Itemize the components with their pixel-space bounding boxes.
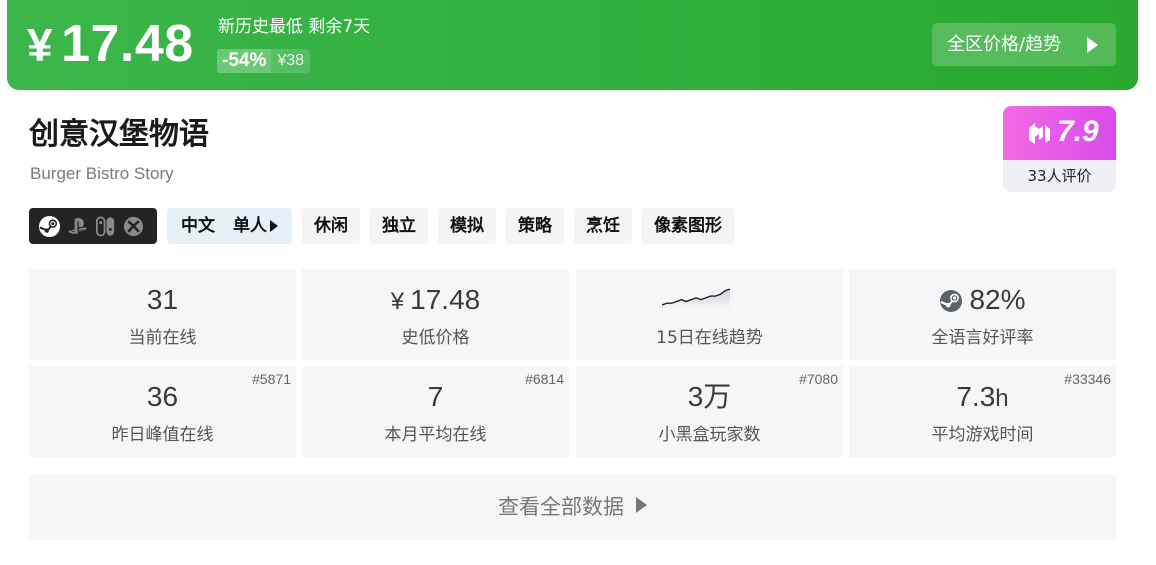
positive-rate-value: 82%	[969, 284, 1026, 315]
heybox-icon	[1029, 123, 1050, 144]
stat-positive-rate[interactable]: 82% 全语言好评率	[849, 269, 1116, 360]
game-title: 创意汉堡物语	[29, 117, 209, 152]
score-card[interactable]: 7.9 33人评价	[1003, 106, 1116, 192]
switch-icon	[96, 216, 115, 236]
stat-value: 82%	[849, 283, 1116, 317]
playstation-icon	[68, 217, 87, 234]
stat-label: 全语言好评率	[931, 328, 1034, 348]
view-all-data-button[interactable]: 查看全部数据	[29, 475, 1116, 540]
historical-low-note: 新历史最低 剩余7天	[218, 17, 371, 37]
stat-average-playtime[interactable]: #33346 7.3h 平均游戏时间	[849, 366, 1116, 457]
playtime-unit: h	[995, 385, 1009, 412]
game-title-english: Burger Bistro Story	[30, 164, 174, 183]
stat-value: 7.3h	[849, 380, 1116, 416]
currency-symbol: ¥	[27, 19, 54, 71]
discount-row: -54% ¥38	[217, 49, 311, 73]
language-mode-tag[interactable]: 中文 单人	[167, 208, 292, 244]
player-mode-label: 单人	[233, 216, 267, 236]
stat-value: 36	[146, 381, 179, 412]
trend-area	[662, 289, 730, 309]
genre-tag[interactable]: 模拟	[438, 208, 496, 244]
stat-online-trend[interactable]: 15日在线趋势	[576, 269, 843, 360]
stat-label: 平均游戏时间	[931, 425, 1034, 445]
stat-value: 3万	[687, 381, 732, 412]
stat-online-now[interactable]: 31 当前在线	[29, 269, 296, 360]
region-price-trend-label: 全区价格/趋势	[947, 34, 1062, 55]
genre-tag[interactable]: 休闲	[302, 208, 360, 244]
steam-icon	[38, 215, 61, 237]
expand-arrow-icon	[270, 220, 278, 232]
score-value: 7.9	[1057, 115, 1099, 148]
tag-row: 中文 单人 休闲 独立 模拟 策略 烹饪 像素图形	[29, 208, 734, 244]
genre-tag[interactable]: 策略	[506, 208, 564, 244]
stat-lowest-price[interactable]: ¥17.48 史低价格	[302, 269, 569, 360]
play-arrow-icon	[1087, 37, 1098, 53]
current-price: ¥17.48	[27, 14, 194, 74]
stat-label: 本月平均在线	[384, 425, 487, 445]
stat-label: 史低价格	[401, 328, 470, 348]
genre-tag[interactable]: 像素图形	[642, 208, 734, 244]
stat-value: 31	[146, 284, 179, 315]
platform-badges	[29, 208, 157, 244]
stat-heybox-players[interactable]: #7080 3万 小黑盒玩家数	[576, 366, 843, 457]
stat-label: 当前在线	[128, 328, 197, 348]
trend-sparkline	[662, 288, 730, 309]
language-label: 中文	[181, 216, 215, 236]
price-banner: ¥17.48 新历史最低 剩余7天 -54% ¥38 全区价格/趋势	[7, 0, 1138, 90]
steam-icon	[940, 290, 963, 312]
stat-monthly-average[interactable]: #6814 7 本月平均在线	[302, 366, 569, 457]
stat-label: 小黑盒玩家数	[658, 425, 761, 445]
price-value: 17.48	[61, 15, 194, 73]
stat-peak-yesterday[interactable]: #5871 36 昨日峰值在线	[29, 366, 296, 457]
region-price-trend-button[interactable]: 全区价格/趋势	[932, 23, 1116, 66]
playtime-value: 7.3	[956, 381, 996, 412]
genre-tag[interactable]: 独立	[370, 208, 428, 244]
score-header: 7.9	[1003, 106, 1116, 160]
view-all-data-label: 查看全部数据	[498, 495, 624, 519]
original-price: ¥38	[271, 49, 311, 73]
currency-symbol: ¥	[390, 288, 405, 315]
xbox-icon	[123, 216, 144, 236]
play-arrow-icon	[636, 497, 647, 513]
discount-badge: -54%	[217, 49, 272, 73]
genre-tag[interactable]: 烹饪	[574, 208, 632, 244]
stat-label: 15日在线趋势	[656, 328, 763, 348]
stat-label: 昨日峰值在线	[111, 425, 214, 445]
stat-value: 7	[427, 381, 444, 412]
stat-value: ¥17.48	[302, 283, 569, 319]
rating-count: 33人评价	[1027, 167, 1092, 185]
lowest-price-value: 17.48	[410, 284, 481, 315]
